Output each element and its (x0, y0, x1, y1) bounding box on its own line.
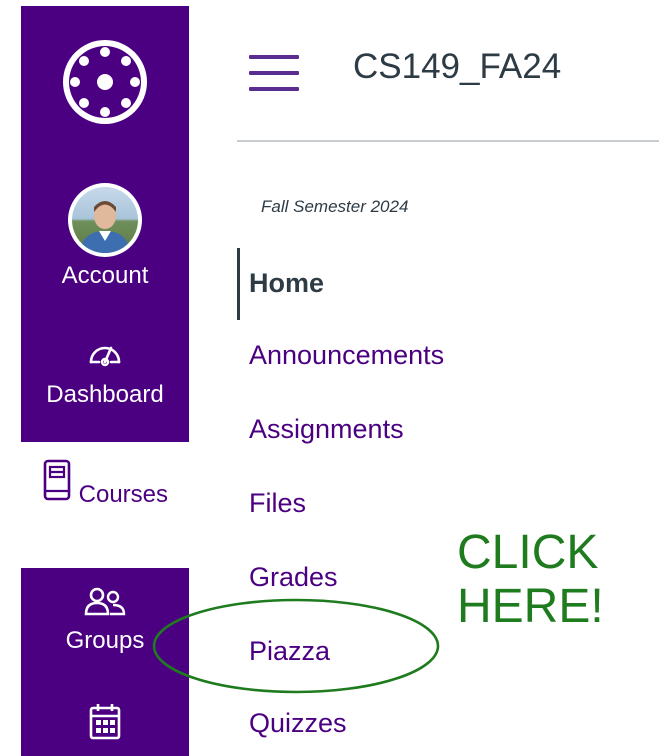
click-here-annotation: CLICK HERE! (457, 526, 604, 634)
active-indicator (237, 248, 240, 320)
nav-item-dashboard[interactable]: Dashboard (21, 336, 189, 409)
nav-label-courses: Courses (78, 481, 169, 508)
nav-item-calendar[interactable] (21, 702, 189, 747)
course-nav-assignments[interactable]: Assignments (249, 414, 404, 445)
annotation-line-1: CLICK (457, 526, 599, 579)
nav-item-account[interactable]: Account (21, 262, 189, 290)
avatar[interactable] (68, 183, 142, 257)
course-nav-quizzes[interactable]: Quizzes (249, 708, 347, 739)
calendar-icon (89, 704, 121, 740)
profile-photo (72, 187, 138, 253)
course-nav-grades[interactable]: Grades (249, 562, 338, 593)
courses-icon (43, 459, 71, 501)
highlight-ellipse (152, 598, 440, 694)
course-title[interactable]: CS149_FA24 (353, 47, 561, 87)
annotation-line-2: HERE! (457, 580, 604, 633)
header-divider (237, 140, 659, 142)
nav-label-account: Account (61, 262, 149, 289)
course-nav-announcements[interactable]: Announcements (249, 340, 444, 371)
course-nav-home[interactable]: Home (249, 268, 324, 299)
nav-item-courses[interactable]: Courses (21, 442, 189, 568)
canvas-logo-icon[interactable] (61, 38, 149, 126)
course-nav-files[interactable]: Files (249, 488, 306, 519)
term-label: Fall Semester 2024 (261, 197, 409, 216)
dashboard-icon (89, 346, 121, 367)
nav-label-dashboard: Dashboard (46, 381, 164, 408)
hamburger-menu-icon[interactable] (249, 55, 299, 91)
groups-icon (84, 587, 126, 616)
